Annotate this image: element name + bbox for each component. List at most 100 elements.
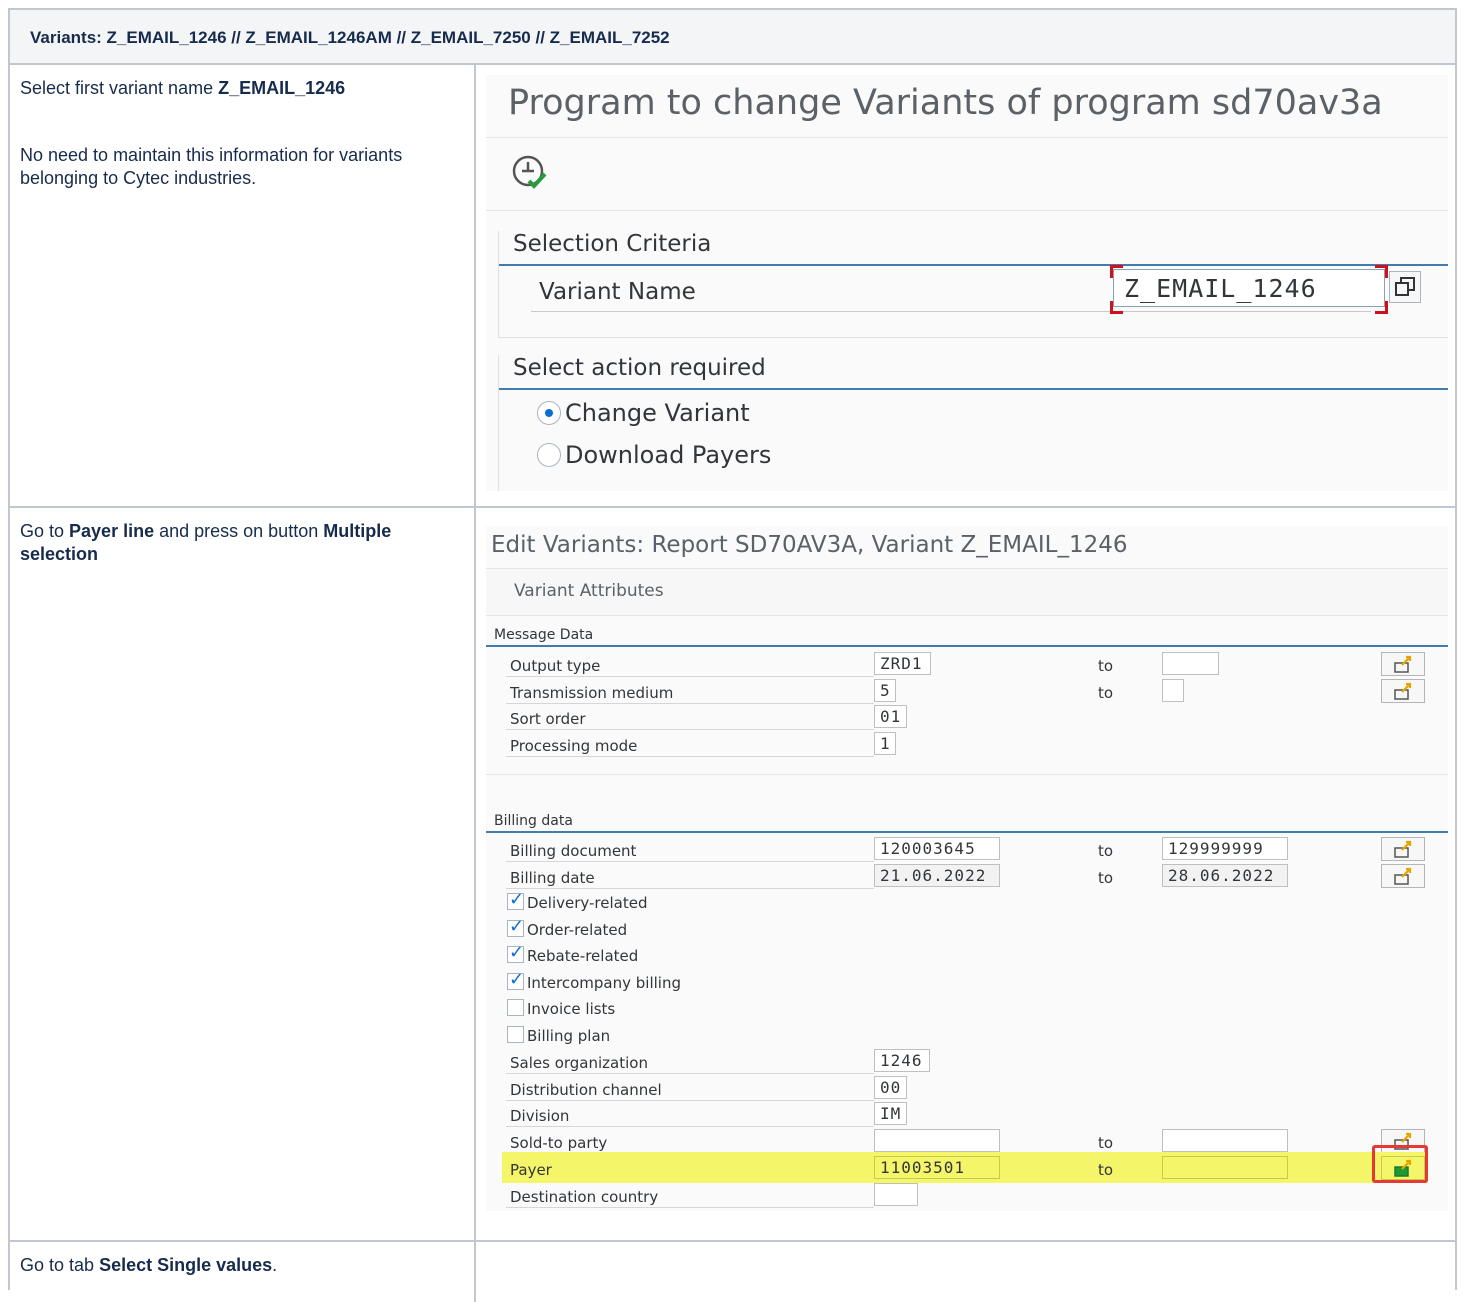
screen-title: Edit Variants: Report SD70AV3A, Variant … — [491, 532, 1128, 558]
checkbox-rebate-related[interactable]: Rebate-related — [506, 942, 1446, 969]
field-row-transmission: Transmission medium 5 to — [506, 679, 1446, 705]
to-label: to — [1098, 1134, 1114, 1152]
checkbox-invoice-lists[interactable]: Invoice lists — [506, 996, 1446, 1022]
section-title: Billing data — [486, 813, 1448, 833]
instruction-text: Select first variant name Z_EMAIL_1246 — [20, 77, 464, 100]
field-label: Distribution channel — [510, 1081, 662, 1099]
variant-name-input[interactable]: Z_EMAIL_1246 — [1113, 269, 1385, 307]
divider — [486, 137, 1448, 138]
radio-change-variant[interactable]: Change Variant — [537, 399, 750, 427]
multiple-selection-button[interactable] — [1381, 679, 1425, 703]
instruction-part: . — [272, 1255, 278, 1275]
multiple-selection-button[interactable] — [1381, 864, 1425, 888]
distribution-channel-input[interactable]: 00 — [874, 1076, 907, 1099]
sap-screen-edit-variants: Edit Variants: Report SD70AV3A, Variant … — [486, 526, 1448, 1211]
execute-icon[interactable] — [510, 153, 550, 193]
callout-box — [1372, 1145, 1428, 1183]
action-group: Select action required Change Variant Do… — [498, 355, 1448, 491]
sales-org-input[interactable]: 1246 — [874, 1049, 930, 1072]
field-label: Sold-to party — [510, 1134, 608, 1152]
checkbox-label: Order-related — [527, 921, 628, 939]
variant-attributes-button[interactable]: Variant Attributes — [514, 581, 664, 601]
divider — [506, 861, 874, 862]
division-input[interactable]: IM — [874, 1102, 907, 1125]
radio-unselected-icon[interactable] — [537, 443, 561, 467]
highlight-corner — [1375, 301, 1388, 314]
instruction-bold: Select Single values — [99, 1255, 273, 1275]
billing-date-input[interactable]: 21.06.2022 — [874, 864, 1000, 887]
checkbox-unchecked-icon[interactable] — [507, 1026, 524, 1043]
instruction-cell: Go to Payer line and press on button Mul… — [10, 508, 476, 1240]
checkbox-label: Billing plan — [527, 1027, 611, 1045]
sort-order-input[interactable]: 01 — [874, 705, 907, 728]
checkbox-delivery-related[interactable]: Delivery-related — [506, 889, 1446, 916]
multiple-selection-button[interactable] — [1381, 652, 1425, 676]
screenshot-cell: Program to change Variants of program sd… — [478, 65, 1455, 506]
billing-document-input[interactable]: 120003645 — [874, 837, 1000, 860]
checkbox-checked-icon[interactable] — [507, 969, 524, 990]
billing-date-to-input[interactable]: 28.06.2022 — [1162, 864, 1288, 887]
instruction-part: Select first variant name — [20, 78, 219, 98]
screen-title: Program to change Variants of program sd… — [508, 83, 1383, 123]
checkbox-checked-icon[interactable] — [507, 889, 524, 910]
field-label: Billing document — [510, 842, 637, 860]
radio-label: Download Payers — [565, 441, 772, 469]
divider — [531, 311, 1371, 312]
to-label: to — [1098, 869, 1114, 887]
payer-input[interactable]: 11003501 — [874, 1156, 1000, 1179]
checkbox-billing-plan[interactable]: Billing plan — [506, 1023, 1446, 1049]
divider — [506, 1073, 874, 1074]
table-row: Go to Payer line and press on button Mul… — [10, 508, 1455, 1242]
checkbox-intercompany-billing[interactable]: Intercompany billing — [506, 969, 1446, 996]
divider — [486, 774, 1448, 775]
radio-selected-icon[interactable] — [537, 401, 561, 425]
section-title: Message Data — [486, 627, 1448, 647]
table-row: Go to tab Select Single values. — [10, 1242, 1455, 1302]
field-label: Sales organization — [510, 1054, 648, 1072]
value-help-button[interactable] — [1389, 271, 1421, 303]
table-header: Variants: Z_EMAIL_1246 // Z_EMAIL_1246AM… — [10, 10, 1455, 65]
field-label: Destination country — [510, 1188, 659, 1206]
sold-to-to-input[interactable] — [1162, 1129, 1288, 1152]
radio-label: Change Variant — [565, 399, 750, 427]
field-label: Transmission medium — [510, 684, 674, 702]
to-label: to — [1098, 684, 1114, 702]
output-type-input[interactable]: ZRD1 — [874, 652, 931, 675]
divider — [506, 1126, 874, 1127]
checkbox-checked-icon[interactable] — [507, 916, 524, 937]
field-row-sort-order: Sort order 01 — [506, 705, 1446, 731]
sold-to-input[interactable] — [874, 1129, 1000, 1152]
transmission-to-input[interactable] — [1162, 679, 1184, 702]
checkbox-order-related[interactable]: Order-related — [506, 916, 1446, 943]
field-label: Payer — [510, 1161, 552, 1179]
field-label: Output type — [510, 657, 601, 675]
instruction-bold: Z_EMAIL_1246 — [218, 78, 346, 98]
instruction-table: Variants: Z_EMAIL_1246 // Z_EMAIL_1246AM… — [8, 8, 1457, 1302]
checkbox-unchecked-icon[interactable] — [507, 999, 524, 1016]
divider — [506, 888, 874, 889]
checkbox-checked-icon[interactable] — [507, 942, 524, 963]
instruction-bold: Payer line — [69, 521, 155, 541]
billing-document-to-input[interactable]: 129999999 — [1162, 837, 1288, 860]
header-text: Variants: Z_EMAIL_1246 // Z_EMAIL_1246AM… — [30, 28, 670, 47]
payer-to-input[interactable] — [1162, 1156, 1288, 1179]
field-label: Sort order — [510, 710, 586, 728]
field-label: Division — [510, 1107, 570, 1125]
output-type-to-input[interactable] — [1162, 652, 1219, 675]
radio-download-payers[interactable]: Download Payers — [537, 441, 771, 469]
multiple-selection-icon — [1394, 682, 1412, 700]
divider — [506, 729, 874, 730]
instruction-part: and press on button — [154, 521, 324, 541]
instruction-cell: Go to tab Select Single values. — [10, 1242, 476, 1302]
multiple-selection-icon — [1394, 840, 1412, 858]
field-label: Billing date — [510, 869, 595, 887]
checkbox-label: Rebate-related — [527, 947, 639, 965]
destination-country-input[interactable] — [874, 1183, 918, 1206]
processing-mode-input[interactable]: 1 — [874, 732, 896, 755]
to-label: to — [1098, 657, 1114, 675]
variant-attributes-bar: Variant Attributes — [486, 568, 1448, 616]
selection-criteria-group: Selection Criteria Variant Name Z_EMAIL_… — [498, 231, 1448, 338]
transmission-input[interactable]: 5 — [874, 679, 896, 702]
field-row-billing-document: Billing document 120003645 to 129999999 — [506, 837, 1446, 863]
multiple-selection-button[interactable] — [1381, 837, 1425, 861]
